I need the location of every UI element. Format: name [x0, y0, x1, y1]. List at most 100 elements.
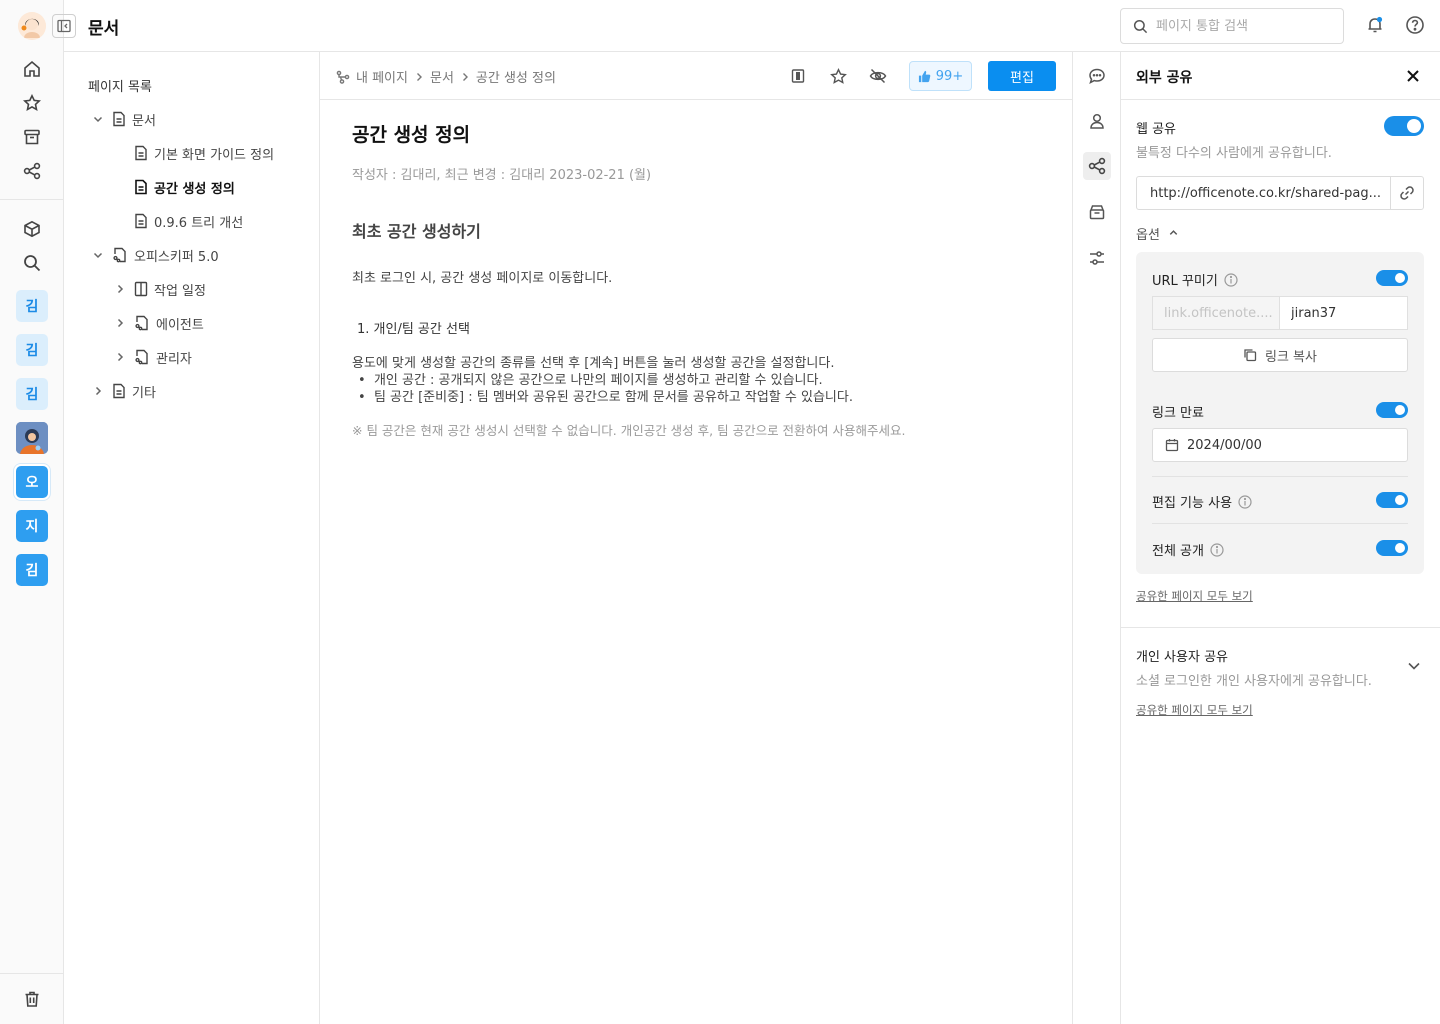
link-expire-toggle[interactable] [1376, 402, 1408, 418]
document-icon [134, 179, 148, 195]
workspace-item[interactable]: 김 [16, 334, 48, 366]
shared-document-icon [134, 349, 150, 365]
tree-item-tree-improvement[interactable]: 0.9.6 트리 개선 [134, 209, 243, 233]
user-avatar[interactable] [18, 12, 46, 40]
share-url[interactable]: http://officenote.co.kr/shared-pag... [1137, 177, 1390, 209]
settings-sliders-icon[interactable] [1083, 244, 1111, 272]
document-meta: 작성자 : 김대리, 최근 변경 : 김대리 2023-02-21 (월) [352, 168, 652, 183]
tree-item-agent[interactable]: 에이전트 [112, 311, 204, 335]
edit-button[interactable]: 편집 [988, 61, 1056, 91]
tree-item-label: 0.9.6 트리 개선 [154, 215, 244, 231]
public-label: 전체 공개 [1152, 540, 1224, 559]
link-icon[interactable] [1390, 177, 1423, 209]
view-all-shared-link[interactable]: 공유한 페이지 모두 보기 [1136, 588, 1253, 604]
calendar-icon [1165, 438, 1179, 452]
search-box[interactable] [1120, 8, 1344, 44]
workspace-item[interactable]: 김 [16, 554, 48, 586]
archive-icon[interactable] [20, 125, 44, 149]
share-options-card: URL 꾸미기 link.officenote.... 링크 복사 링크 만료 … [1136, 252, 1424, 574]
document-toolbar: 내 페이지 문서 공간 생성 정의 99+ 편집 [320, 52, 1072, 100]
board-icon [134, 281, 148, 297]
share-url-field[interactable]: http://officenote.co.kr/shared-pag... [1136, 176, 1424, 210]
package-icon[interactable] [20, 217, 44, 241]
workspace-item-selected[interactable]: 오 [16, 466, 48, 498]
help-icon[interactable] [1404, 14, 1426, 36]
tree-item-label: 관리자 [156, 351, 192, 367]
breadcrumb-item[interactable]: 내 페이지 [356, 67, 408, 86]
sidebar-collapse-button[interactable] [52, 14, 76, 38]
shared-document-icon [112, 247, 128, 263]
page-tree-panel: 페이지 목록 문서 기본 화면 가이드 정의 공간 생성 정의 0.9.6 트리… [64, 52, 320, 1024]
workspace-item[interactable]: 김 [16, 378, 48, 410]
tree-item-etc[interactable]: 기타 [90, 379, 156, 403]
comment-icon[interactable] [1083, 62, 1111, 90]
url-custom-toggle[interactable] [1376, 270, 1408, 286]
trash-icon[interactable] [20, 987, 44, 1011]
edit-feature-toggle[interactable] [1376, 492, 1408, 508]
tree-item-label: 공간 생성 정의 [154, 181, 235, 197]
url-slug-input[interactable] [1280, 296, 1408, 330]
info-icon[interactable] [1238, 495, 1252, 509]
hide-eye-icon[interactable] [868, 66, 888, 86]
tree-item-officekeeper[interactable]: 오피스키퍼 5.0 [90, 243, 219, 267]
tree-item-docs[interactable]: 문서 [90, 107, 156, 131]
url-slug-prefix: link.officenote.... [1152, 296, 1280, 330]
info-icon[interactable] [1210, 543, 1224, 557]
chevron-right-icon[interactable] [112, 281, 128, 297]
tree-item-schedule[interactable]: 작업 일정 [112, 277, 206, 301]
tree-item-label: 에이전트 [156, 317, 204, 333]
chevron-right-icon[interactable] [90, 383, 106, 399]
chevron-down-icon[interactable] [90, 111, 106, 127]
tree-item-space-creation[interactable]: 공간 생성 정의 [134, 175, 235, 199]
home-icon[interactable] [20, 57, 44, 81]
copy-link-button[interactable]: 링크 복사 [1152, 338, 1408, 372]
tree-item-basic-guide[interactable]: 기본 화면 가이드 정의 [134, 141, 274, 165]
expire-date-field[interactable]: 2024/00/00 [1152, 428, 1408, 462]
note-text: ※ 팀 공간은 현재 공간 생성시 선택할 수 없습니다. 개인공간 생성 후,… [352, 423, 906, 438]
user-icon[interactable] [1083, 107, 1111, 135]
top-bar: 문서 [52, 0, 1440, 52]
search-icon[interactable] [20, 251, 44, 275]
workspace-photo-item[interactable] [16, 422, 48, 454]
breadcrumb: 내 페이지 문서 공간 생성 정의 [336, 67, 556, 86]
share-icon[interactable] [20, 159, 44, 183]
chevron-down-icon[interactable] [90, 247, 106, 263]
close-icon[interactable] [1403, 66, 1423, 86]
tree-item-label: 작업 일정 [154, 283, 206, 299]
link-expire-label: 링크 만료 [1152, 406, 1204, 421]
chevron-right-icon[interactable] [112, 315, 128, 331]
thumbs-up-icon [918, 70, 931, 83]
tree-item-admin[interactable]: 관리자 [112, 345, 192, 369]
layout-toggle-icon[interactable] [788, 66, 808, 86]
side-tools [1072, 52, 1121, 1024]
share-icon[interactable] [1083, 152, 1111, 180]
view-all-shared-link[interactable]: 공유한 페이지 모두 보기 [1136, 702, 1253, 718]
like-button[interactable]: 99+ [909, 61, 972, 91]
workspace-item[interactable]: 김 [16, 290, 48, 322]
page-tree-title: 페이지 목록 [88, 80, 152, 95]
web-share-toggle[interactable] [1384, 116, 1424, 136]
breadcrumb-item[interactable]: 문서 [430, 67, 454, 86]
chevron-down-icon[interactable] [1406, 658, 1422, 674]
info-icon[interactable] [1224, 273, 1238, 287]
favorite-star-icon[interactable] [828, 66, 848, 86]
breadcrumb-item-current[interactable]: 공간 생성 정의 [476, 67, 556, 86]
options-toggle[interactable]: 옵션 [1136, 224, 1179, 243]
hierarchy-icon [336, 70, 350, 84]
star-icon[interactable] [20, 91, 44, 115]
page-title: 문서 [88, 19, 120, 39]
document-icon [134, 213, 148, 229]
personal-share-label: 개인 사용자 공유 [1136, 650, 1228, 665]
public-toggle[interactable] [1376, 540, 1408, 556]
search-input[interactable] [1156, 18, 1326, 34]
url-custom-label: URL 꾸미기 [1152, 270, 1238, 289]
chevron-right-icon [460, 72, 470, 82]
left-rail: 김 김 김 오 지 김 [0, 0, 64, 1024]
expire-date: 2024/00/00 [1187, 437, 1262, 453]
tree-item-label: 기본 화면 가이드 정의 [154, 147, 275, 163]
notification-bell-icon[interactable] [1364, 14, 1386, 36]
workspace-item[interactable]: 지 [16, 510, 48, 542]
chevron-right-icon[interactable] [112, 349, 128, 365]
external-share-panel: 외부 공유 웹 공유 불특정 다수의 사람에게 공유합니다. http://of… [1121, 52, 1440, 1024]
archive-box-icon[interactable] [1083, 198, 1111, 226]
